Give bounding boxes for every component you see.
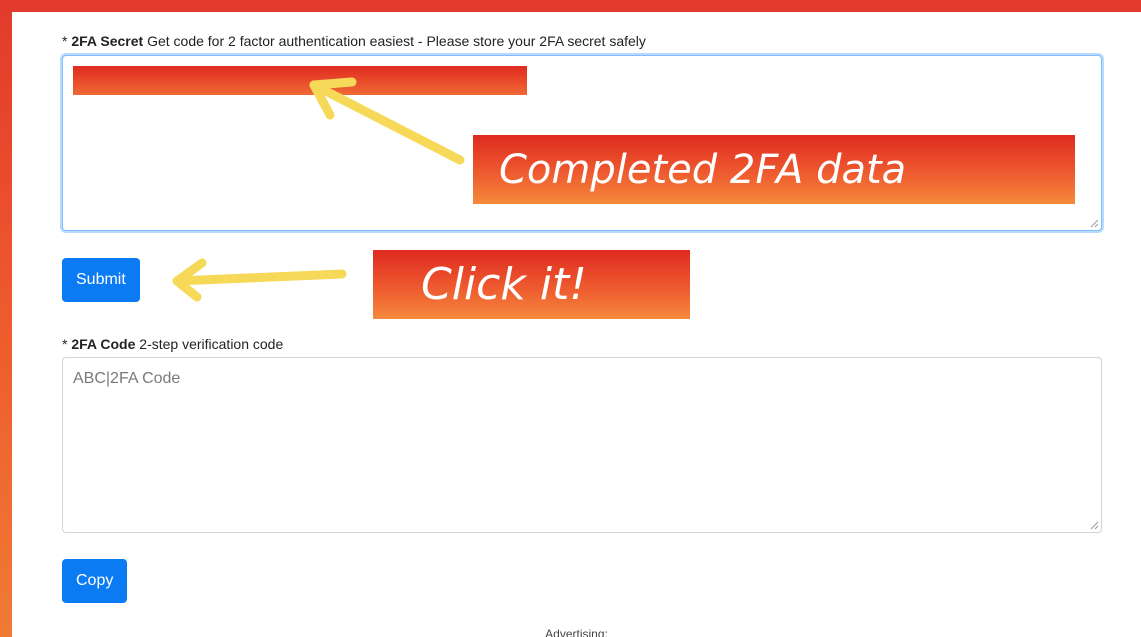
- page-content: * 2FA Secret Get code for 2 factor authe…: [12, 12, 1141, 637]
- arrow-icon: [172, 77, 465, 302]
